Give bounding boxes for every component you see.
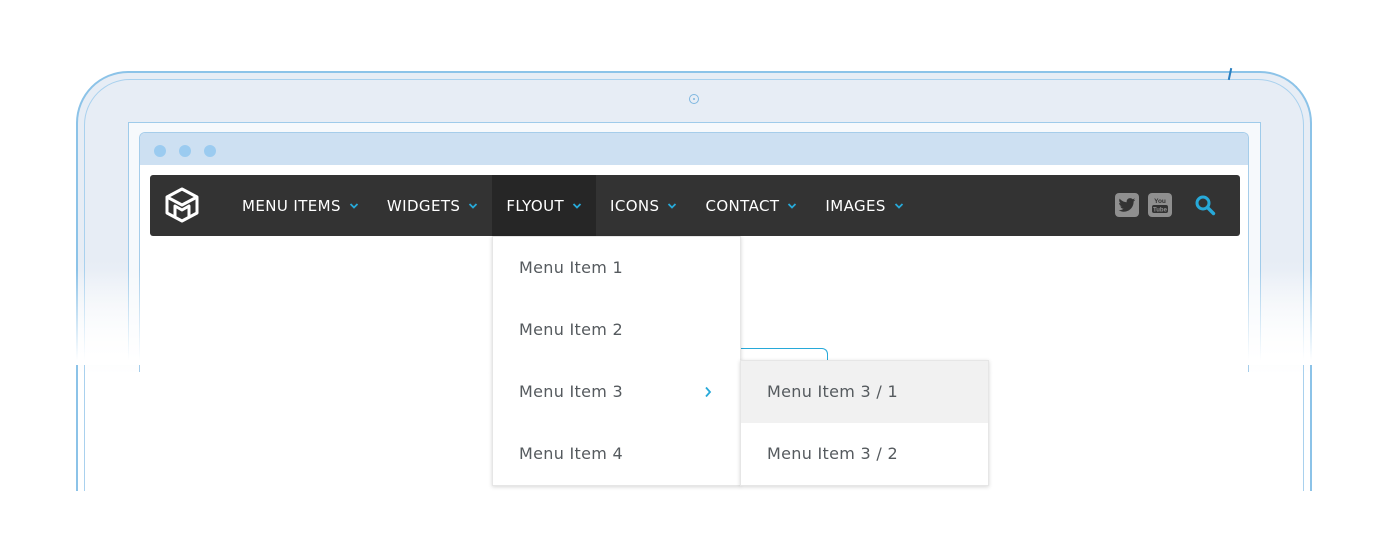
dropdown-item-3[interactable]: Menu Item 3	[493, 361, 740, 423]
window-dot-minimize[interactable]	[179, 145, 191, 157]
twitter-icon	[1118, 197, 1136, 212]
chevron-down-icon	[894, 202, 903, 209]
dropdown-item-1[interactable]: Menu Item 1	[493, 237, 740, 299]
main-navbar: MENU ITEMS WIDGETS FLYOUT ICONS CONTACT …	[150, 175, 1240, 236]
nav-item-label: FLYOUT	[506, 196, 565, 215]
twitter-button[interactable]	[1115, 193, 1139, 217]
nav-item-flyout[interactable]: FLYOUT	[492, 175, 597, 236]
flyout-connector-line	[741, 348, 828, 360]
nav-menu: MENU ITEMS WIDGETS FLYOUT ICONS CONTACT …	[228, 175, 918, 236]
chevron-down-icon	[349, 202, 359, 209]
nav-item-label: CONTACT	[705, 196, 780, 215]
nav-item-label: IMAGES	[825, 196, 886, 215]
chevron-down-icon	[668, 202, 677, 209]
search-icon	[1195, 195, 1216, 216]
nav-item-label: WIDGETS	[386, 196, 461, 215]
svg-text:You: You	[1154, 198, 1166, 205]
flyout-submenu: Menu Item 3 / 1 Menu Item 3 / 2	[740, 360, 989, 486]
youtube-button[interactable]: You Tube	[1148, 193, 1172, 217]
dropdown-item-4[interactable]: Menu Item 4	[493, 423, 740, 485]
nav-item-label: ICONS	[610, 196, 660, 215]
nav-item-label: MENU ITEMS	[242, 196, 341, 215]
dropdown-item-label: Menu Item 3	[519, 382, 624, 401]
chevron-down-icon	[788, 202, 797, 209]
window-dot-close[interactable]	[154, 145, 166, 157]
submenu-item-label: Menu Item 3 / 1	[767, 382, 898, 401]
dropdown-item-label: Menu Item 4	[519, 444, 624, 463]
submenu-item-3-1[interactable]: Menu Item 3 / 1	[741, 361, 988, 423]
nav-item-images[interactable]: IMAGES	[811, 175, 917, 236]
submenu-item-label: Menu Item 3 / 2	[767, 444, 898, 463]
nav-item-widgets[interactable]: WIDGETS	[373, 175, 492, 236]
nav-item-menu-items[interactable]: MENU ITEMS	[228, 175, 373, 236]
flyout-dropdown: Menu Item 1 Menu Item 2 Menu Item 3 Menu…	[492, 236, 741, 486]
youtube-icon: You Tube	[1152, 198, 1168, 213]
dropdown-item-2[interactable]: Menu Item 2	[493, 299, 740, 361]
submenu-item-3-2[interactable]: Menu Item 3 / 2	[741, 423, 988, 485]
camera-icon	[689, 94, 699, 104]
browser-title-bar	[140, 133, 1248, 165]
chevron-down-icon	[469, 202, 478, 209]
dropdown-item-label: Menu Item 1	[519, 258, 624, 277]
chevron-down-icon	[572, 202, 582, 209]
nav-item-contact[interactable]: CONTACT	[691, 175, 811, 236]
window-dot-maximize[interactable]	[204, 145, 216, 157]
stage: MENU ITEMS WIDGETS FLYOUT ICONS CONTACT …	[0, 0, 1400, 551]
logo-cube-icon[interactable]	[164, 187, 200, 223]
chevron-right-icon	[705, 386, 712, 398]
nav-right-tools: You Tube	[1115, 192, 1218, 218]
dropdown-item-label: Menu Item 2	[519, 320, 624, 339]
svg-text:Tube: Tube	[1153, 207, 1168, 213]
search-button[interactable]	[1192, 192, 1218, 218]
nav-item-icons[interactable]: ICONS	[596, 175, 691, 236]
